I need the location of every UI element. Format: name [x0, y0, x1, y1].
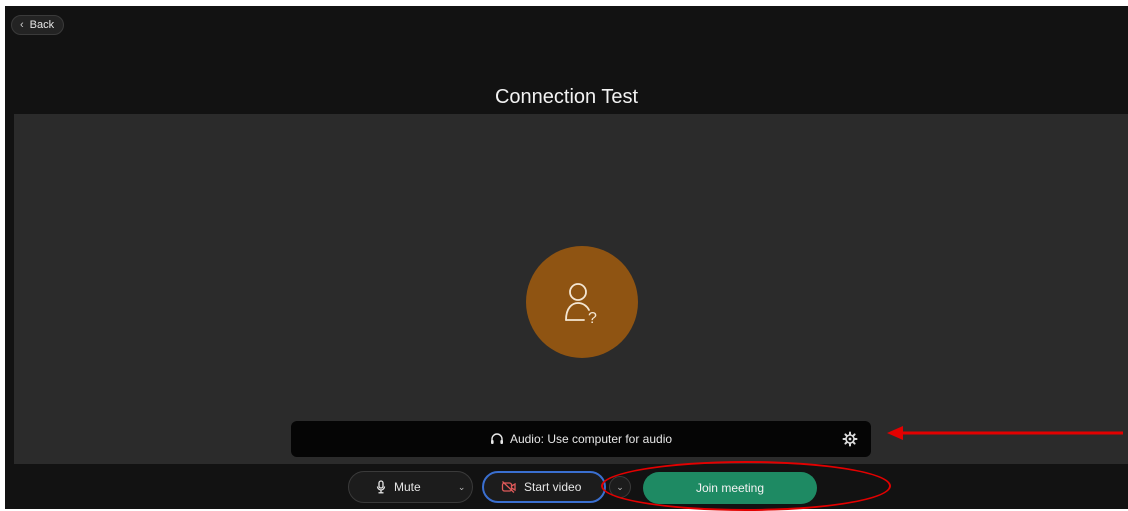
- chevron-left-icon: ‹: [20, 18, 24, 31]
- join-meeting-label: Join meeting: [695, 481, 765, 495]
- unknown-user-icon: ?: [565, 283, 597, 326]
- back-button[interactable]: ‹ Back: [11, 15, 65, 35]
- mute-label: Mute: [394, 480, 421, 494]
- svg-text:?: ?: [588, 310, 597, 326]
- back-label: Back: [29, 19, 55, 31]
- video-options-button[interactable]: ⌄: [609, 476, 631, 498]
- audio-option-bar[interactable]: Audio: Use computer for audio: [291, 421, 871, 457]
- video-control-group: Start video ⌄: [482, 471, 640, 503]
- mute-button[interactable]: Mute: [349, 480, 445, 494]
- microphone-icon: [376, 480, 386, 494]
- start-video-button[interactable]: Start video: [482, 471, 606, 503]
- headset-icon: [490, 432, 504, 446]
- connection-test-window: ‹ Back Connection Test ? Audio: Use comp…: [5, 6, 1128, 509]
- mute-options-button[interactable]: ⌄: [451, 482, 472, 493]
- meeting-controls: Mute ⌄ Start video ⌄ Join meeting: [5, 464, 1128, 509]
- audio-label: Audio: Use computer for audio: [509, 432, 673, 446]
- gear-icon[interactable]: [841, 430, 859, 448]
- start-video-label: Start video: [524, 480, 582, 494]
- video-off-icon: [501, 481, 516, 493]
- join-meeting-button[interactable]: Join meeting: [643, 472, 817, 504]
- chevron-down-icon: ⌄: [457, 481, 466, 492]
- chevron-down-icon: ⌄: [616, 481, 624, 492]
- mute-control-group: Mute ⌄: [348, 471, 473, 503]
- page-title: Connection Test: [494, 86, 639, 108]
- avatar: ?: [526, 246, 638, 358]
